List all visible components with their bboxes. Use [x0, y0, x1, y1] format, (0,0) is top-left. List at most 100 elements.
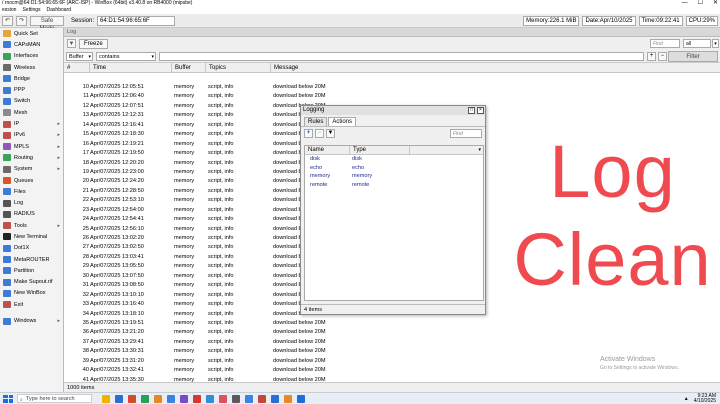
sidebar-item-windows[interactable]: Windows ▸: [0, 315, 63, 326]
table-row[interactable]: 11 Apr/07/2025 12:06:40 memory script, info…: [64, 92, 720, 101]
table-row[interactable]: 35 Apr/07/2025 13:19:51 memory script, info…: [64, 319, 720, 328]
taskbar-app-icon[interactable]: [141, 394, 149, 403]
taskbar-app-icon[interactable]: [258, 394, 266, 403]
sidebar-item-dot1x[interactable]: Dot1X: [0, 243, 63, 254]
column-header-topics[interactable]: Topics: [206, 63, 271, 72]
taskbar-app-icon[interactable]: [115, 394, 123, 403]
safe-mode-button[interactable]: Safe Mode: [30, 15, 64, 32]
filter-op-select[interactable]: contains ▾: [96, 51, 156, 61]
tab-rules[interactable]: Rules: [304, 117, 328, 126]
list-item[interactable]: remote remote: [305, 181, 483, 190]
sidebar-item-bridge[interactable]: Bridge: [0, 73, 63, 84]
taskbar-search[interactable]: ⌕ Type here to search: [17, 394, 92, 403]
start-icon[interactable]: [3, 394, 13, 403]
list-item[interactable]: echo echo: [305, 164, 483, 173]
sidebar-item-mpls[interactable]: MPLS ▸: [0, 141, 63, 152]
log-message: download below 20M: [273, 338, 326, 345]
taskbar-app-icon[interactable]: [232, 394, 240, 403]
column-header-type[interactable]: Type: [350, 146, 410, 154]
table-row[interactable]: 37 Apr/07/2025 13:29:41 memory script, info…: [64, 338, 720, 347]
filter-value-input[interactable]: [159, 51, 644, 61]
add-filter-button[interactable]: +: [647, 52, 656, 61]
sidebar-item-log[interactable]: Log: [0, 197, 63, 208]
sidebar-item-capsman[interactable]: CAPsMAN: [0, 39, 63, 50]
redo-button[interactable]: ↷: [16, 15, 27, 26]
taskbar-app-icon[interactable]: [167, 394, 175, 403]
taskbar-app-icon[interactable]: [180, 394, 188, 403]
column-header-index[interactable]: #: [64, 63, 90, 72]
taskbar-app-icon[interactable]: [206, 394, 214, 403]
table-row[interactable]: 36 Apr/07/2025 13:21:20 memory script, info…: [64, 328, 720, 337]
add-icon[interactable]: +: [304, 128, 313, 138]
sidebar-item-system[interactable]: System ▸: [0, 164, 63, 175]
sidebar-item-exit[interactable]: Exit: [0, 299, 63, 310]
close-button[interactable]: ✕: [713, 0, 718, 7]
log-index: 37: [82, 338, 89, 345]
taskbar-app-icon[interactable]: [284, 394, 292, 403]
sidebar-item-queues[interactable]: Queues: [0, 175, 63, 186]
sidebar-item-make-supout-rif[interactable]: Make Supout.rif: [0, 277, 63, 288]
undo-button[interactable]: ↶: [2, 15, 13, 26]
taskbar-app-icon[interactable]: [245, 394, 253, 403]
menu-dashboard[interactable]: Dashboard: [47, 7, 71, 14]
sidebar-item-ipv6[interactable]: IPv6 ▸: [0, 130, 63, 141]
sidebar-item-radius[interactable]: RADIUS: [0, 209, 63, 220]
column-header-time[interactable]: Time: [90, 63, 172, 72]
menu-settings[interactable]: Settings: [22, 7, 40, 14]
log-time: Apr/07/2025 12:24:20: [90, 178, 144, 185]
sidebar-item-metarouter[interactable]: MetaROUTER: [0, 254, 63, 265]
minimize-button[interactable]: —: [682, 0, 688, 7]
maximize-button[interactable]: ☐: [698, 0, 703, 7]
network-icon[interactable]: ▲: [684, 396, 689, 402]
remove-filter-button[interactable]: −: [658, 52, 667, 61]
filter-icon[interactable]: ▼: [326, 128, 335, 138]
column-header-message[interactable]: Message: [271, 63, 720, 72]
sidebar-item-mesh[interactable]: Mesh: [0, 107, 63, 118]
submenu-arrow-icon: ▸: [57, 166, 60, 173]
taskbar-clock[interactable]: 9:23 AM 4/10/2025: [694, 394, 716, 404]
list-item[interactable]: disk disk: [305, 155, 483, 164]
close-icon[interactable]: ×: [477, 107, 484, 114]
sidebar-item-routing[interactable]: Routing ▸: [0, 152, 63, 163]
freeze-button[interactable]: Freeze: [79, 38, 108, 49]
sidebar-item-quick-set[interactable]: Quick Set: [0, 28, 63, 39]
log-topics: script, info: [208, 84, 234, 90]
remove-icon[interactable]: −: [315, 128, 324, 138]
sidebar-item-tools[interactable]: Tools ▸: [0, 220, 63, 231]
log-time: Apr/07/2025 12:18:30: [90, 131, 144, 138]
sidebar-item-partition[interactable]: Partition: [0, 265, 63, 276]
filter-toggle-icon[interactable]: ▼: [67, 39, 76, 48]
sidebar-item-ip[interactable]: IP ▸: [0, 118, 63, 129]
column-menu-icon[interactable]: ▾: [478, 146, 481, 155]
taskbar-app-icon[interactable]: [297, 394, 305, 403]
log-find-input[interactable]: Find: [650, 39, 680, 48]
sidebar-item-wireless[interactable]: Wireless: [0, 62, 63, 73]
table-row[interactable]: 10 Apr/07/2025 12:05:51 memory script, info…: [64, 83, 720, 92]
taskbar-app-icon[interactable]: [154, 394, 162, 403]
tab-actions[interactable]: Actions: [328, 117, 357, 126]
filter-button[interactable]: Filter: [668, 51, 718, 62]
filter-field-select[interactable]: Buffer ▾: [66, 51, 93, 61]
taskbar-app-icon[interactable]: [271, 394, 279, 403]
sidebar-item-interfaces[interactable]: Interfaces: [0, 51, 63, 62]
sidebar-item-switch[interactable]: Switch: [0, 96, 63, 107]
chevron-down-icon[interactable]: ▾: [712, 39, 719, 48]
maximize-icon[interactable]: □: [468, 107, 475, 114]
taskbar-app-icon[interactable]: [193, 394, 201, 403]
log-topics: script, info: [208, 112, 234, 119]
topic-select[interactable]: all: [683, 39, 711, 48]
sidebar-item-new-terminal[interactable]: New Terminal: [0, 231, 63, 242]
dialog-find-input[interactable]: Find: [450, 129, 482, 138]
sidebar-item-files[interactable]: Files: [0, 186, 63, 197]
sidebar-item-ppp[interactable]: PPP: [0, 84, 63, 95]
list-item[interactable]: memory memory: [305, 172, 483, 181]
column-header-buffer[interactable]: Buffer: [172, 63, 206, 72]
session-field[interactable]: 64:D1:54:96:65:6F: [97, 15, 176, 26]
log-topics: script, info: [208, 178, 234, 185]
taskbar-app-icon[interactable]: [128, 394, 136, 403]
taskbar-app-icon[interactable]: [219, 394, 227, 403]
sidebar-item-new-winbox[interactable]: New WinBox: [0, 288, 63, 299]
menu-session[interactable]: ession: [2, 7, 16, 14]
taskbar-app-icon[interactable]: [102, 394, 110, 403]
column-header-name[interactable]: Name: [305, 146, 350, 154]
